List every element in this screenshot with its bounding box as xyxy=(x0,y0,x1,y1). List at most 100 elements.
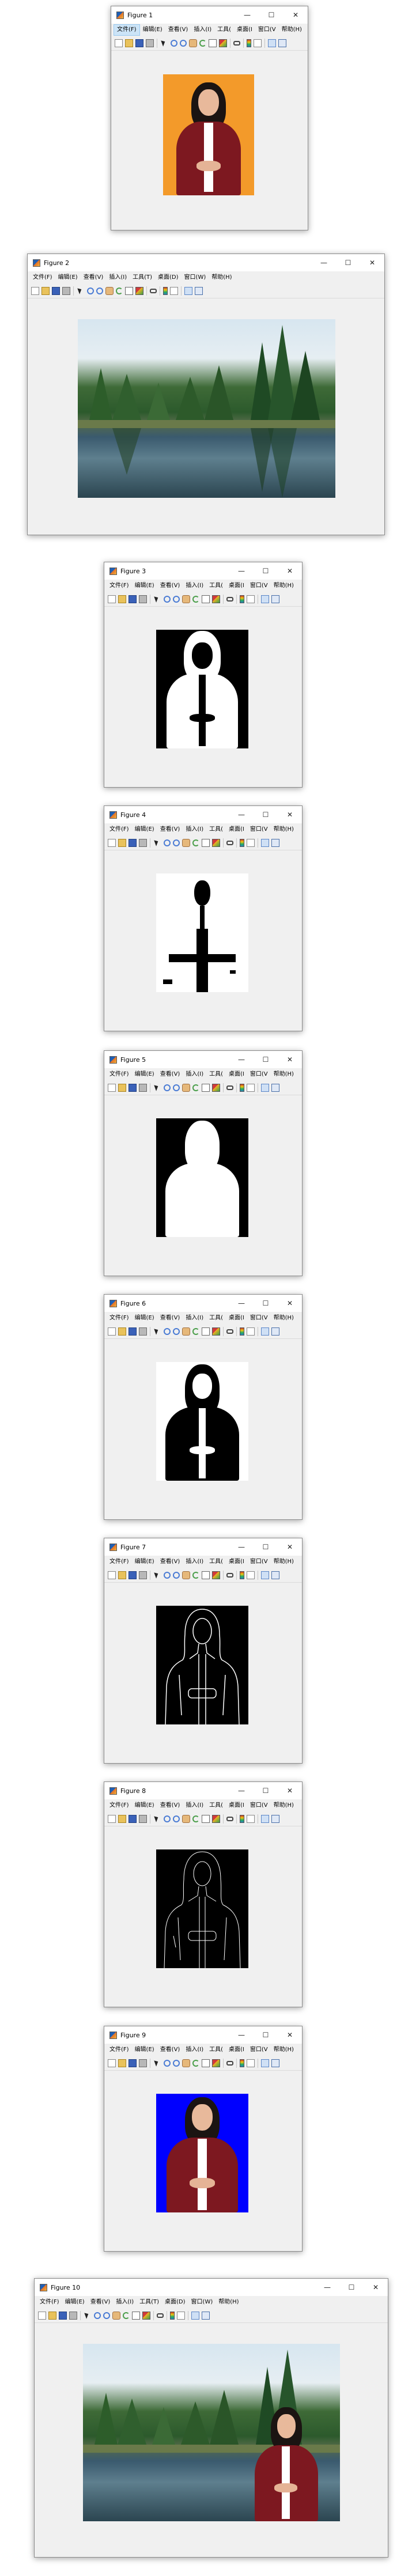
colorbar-icon[interactable] xyxy=(240,1815,244,1823)
dock-icon[interactable] xyxy=(271,1327,279,1336)
colorbar-icon[interactable] xyxy=(240,1327,244,1336)
hide-plot-tools-icon[interactable] xyxy=(261,1327,269,1336)
print-icon[interactable] xyxy=(69,2312,77,2320)
brush-icon[interactable] xyxy=(212,595,220,603)
menu-help[interactable]: 帮助(H) xyxy=(271,1069,297,1080)
brush-icon[interactable] xyxy=(212,2059,220,2067)
new-file-icon[interactable] xyxy=(108,1084,116,1092)
title-bar[interactable]: Figure 2 — ☐ ✕ xyxy=(28,254,384,271)
menu-insert[interactable]: 插入(I) xyxy=(183,1069,206,1080)
pan-hand-icon[interactable] xyxy=(182,1084,190,1092)
menu-file[interactable]: 文件(F) xyxy=(107,2044,132,2056)
colorbar-icon[interactable] xyxy=(247,39,251,47)
dock-icon[interactable] xyxy=(271,595,279,603)
menu-desktop[interactable]: 桌面(D) xyxy=(155,272,182,283)
menu-help[interactable]: 帮助(H) xyxy=(271,1556,297,1568)
legend-icon[interactable] xyxy=(247,1815,255,1823)
close-icon[interactable]: ✕ xyxy=(278,1538,302,1556)
menu-insert[interactable]: 插入(I) xyxy=(113,2297,137,2308)
title-bar[interactable]: Figure 9 — ☐ ✕ xyxy=(104,2026,302,2044)
title-bar[interactable]: Figure 8 — ☐ ✕ xyxy=(104,1782,302,1799)
pointer-icon[interactable] xyxy=(153,1815,161,1823)
pan-hand-icon[interactable] xyxy=(105,287,114,295)
data-cursor-icon[interactable] xyxy=(202,2059,210,2067)
zoom-in-icon[interactable] xyxy=(87,288,94,294)
close-icon[interactable]: ✕ xyxy=(364,2279,388,2296)
menu-desktop[interactable]: 桌面(I xyxy=(226,1312,247,1324)
close-icon[interactable]: ✕ xyxy=(278,1782,302,1799)
new-file-icon[interactable] xyxy=(115,39,123,47)
menu-tools[interactable]: 工具( xyxy=(206,1800,226,1811)
menu-desktop[interactable]: 桌面(I xyxy=(226,580,247,592)
pointer-icon[interactable] xyxy=(153,1084,161,1092)
colorbar-icon[interactable] xyxy=(240,2059,244,2067)
hide-plot-tools-icon[interactable] xyxy=(268,39,276,47)
menu-help[interactable]: 帮助(H) xyxy=(271,1312,297,1324)
zoom-out-icon[interactable] xyxy=(173,2060,180,2067)
colorbar-icon[interactable] xyxy=(163,287,168,295)
menu-window[interactable]: 窗口(V xyxy=(255,24,279,36)
save-icon[interactable] xyxy=(128,1815,137,1823)
menu-help[interactable]: 帮助(H) xyxy=(271,580,297,592)
menu-file[interactable]: 文件(F) xyxy=(114,24,140,36)
menu-edit[interactable]: 编辑(E) xyxy=(62,2297,88,2308)
brush-icon[interactable] xyxy=(212,839,220,847)
link-plot-icon[interactable] xyxy=(226,1085,233,1090)
dock-icon[interactable] xyxy=(271,2059,279,2067)
brush-icon[interactable] xyxy=(212,1571,220,1579)
open-folder-icon[interactable] xyxy=(118,2059,126,2067)
menu-view[interactable]: 查看(V) xyxy=(157,1800,183,1811)
zoom-in-icon[interactable] xyxy=(164,1084,171,1091)
menu-desktop[interactable]: 桌面(I xyxy=(226,1800,247,1811)
menu-file[interactable]: 文件(F) xyxy=(107,824,132,835)
zoom-in-icon[interactable] xyxy=(164,2060,171,2067)
dock-icon[interactable] xyxy=(278,39,286,47)
maximize-icon[interactable]: ☐ xyxy=(254,1295,278,1312)
open-folder-icon[interactable] xyxy=(118,595,126,603)
rotate-3d-icon[interactable] xyxy=(192,1328,199,1335)
pointer-icon[interactable] xyxy=(77,287,85,295)
dock-icon[interactable] xyxy=(271,839,279,847)
data-cursor-icon[interactable] xyxy=(202,1084,210,1092)
menu-window[interactable]: 窗口(W) xyxy=(182,272,209,283)
menu-insert[interactable]: 插入(I) xyxy=(183,1556,206,1568)
menu-edit[interactable]: 编辑(E) xyxy=(140,24,165,36)
hide-plot-tools-icon[interactable] xyxy=(184,287,192,295)
new-file-icon[interactable] xyxy=(38,2312,46,2320)
pointer-icon[interactable] xyxy=(153,839,161,847)
menu-window[interactable]: 窗口(V xyxy=(247,1312,271,1324)
link-plot-icon[interactable] xyxy=(226,597,233,602)
minimize-icon[interactable]: — xyxy=(229,562,254,580)
hide-plot-tools-icon[interactable] xyxy=(261,1815,269,1823)
zoom-in-icon[interactable] xyxy=(164,839,171,846)
minimize-icon[interactable]: — xyxy=(235,6,259,24)
link-plot-icon[interactable] xyxy=(226,1817,233,1821)
menu-window[interactable]: 窗口(V xyxy=(247,2044,271,2056)
menu-insert[interactable]: 插入(I) xyxy=(183,580,206,592)
close-icon[interactable]: ✕ xyxy=(360,254,384,271)
print-icon[interactable] xyxy=(146,39,154,47)
menu-desktop[interactable]: 桌面(D) xyxy=(162,2297,188,2308)
colorbar-icon[interactable] xyxy=(170,2312,175,2320)
menu-file[interactable]: 文件(F) xyxy=(37,2297,62,2308)
close-icon[interactable]: ✕ xyxy=(278,806,302,823)
brush-icon[interactable] xyxy=(212,1815,220,1823)
save-icon[interactable] xyxy=(128,839,137,847)
brush-icon[interactable] xyxy=(135,287,143,295)
print-icon[interactable] xyxy=(139,595,147,603)
link-plot-icon[interactable] xyxy=(226,841,233,845)
menu-file[interactable]: 文件(F) xyxy=(30,272,55,283)
rotate-3d-icon[interactable] xyxy=(199,40,206,47)
menu-desktop[interactable]: 桌面(I xyxy=(226,1556,247,1568)
data-cursor-icon[interactable] xyxy=(202,1327,210,1336)
link-plot-icon[interactable] xyxy=(226,1573,233,1578)
maximize-icon[interactable]: ☐ xyxy=(336,254,360,271)
menu-tools[interactable]: 工具(T) xyxy=(137,2297,162,2308)
save-icon[interactable] xyxy=(128,2059,137,2067)
rotate-3d-icon[interactable] xyxy=(123,2312,130,2319)
legend-icon[interactable] xyxy=(177,2312,185,2320)
menu-desktop[interactable]: 桌面(I xyxy=(226,1069,247,1080)
open-folder-icon[interactable] xyxy=(41,287,50,295)
menu-tools[interactable]: 工具( xyxy=(206,580,226,592)
data-cursor-icon[interactable] xyxy=(202,839,210,847)
